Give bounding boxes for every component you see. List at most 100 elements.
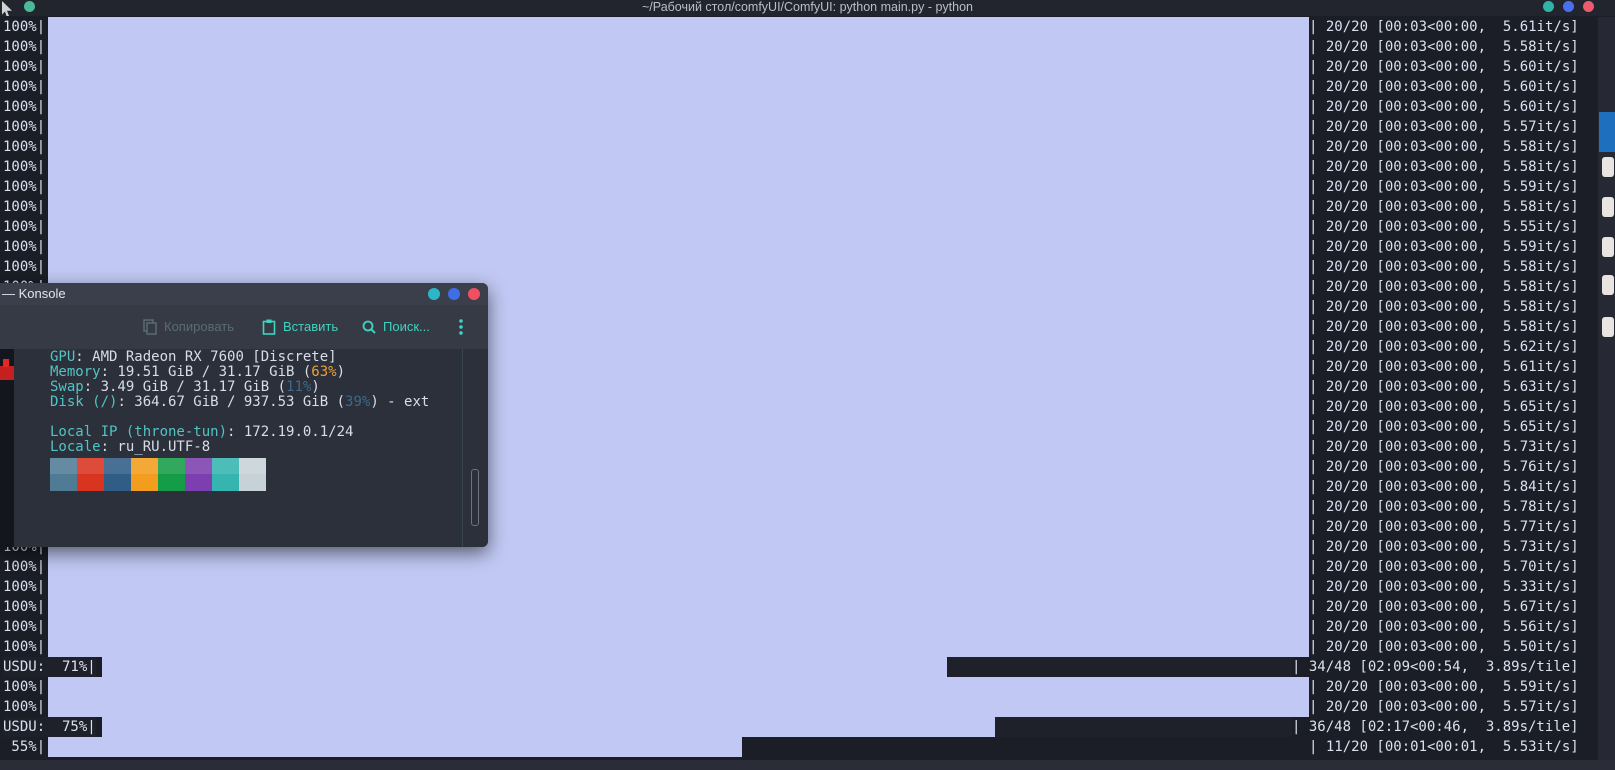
progress-percent: 100%| xyxy=(3,679,46,695)
progress-percent: 100%| xyxy=(3,39,46,55)
bottom-panel-edge xyxy=(0,760,1615,770)
progress-line: 100%| | 20/20 [00:03<00:00, 5.59it/s] xyxy=(0,677,1598,697)
progress-stats: | 20/20 [00:03<00:00, 5.70it/s] xyxy=(1309,559,1579,575)
progress-stats: | 20/20 [00:03<00:00, 5.62it/s] xyxy=(1309,339,1579,355)
background-window-accent xyxy=(1599,112,1615,152)
progress-stats: | 20/20 [00:03<00:00, 5.58it/s] xyxy=(1309,39,1579,55)
progress-stats: | 20/20 [00:03<00:00, 5.55it/s] xyxy=(1309,219,1579,235)
avatar xyxy=(1602,237,1614,257)
progress-stats: | 20/20 [00:03<00:00, 5.78it/s] xyxy=(1309,499,1579,515)
progress-percent: 100%| xyxy=(3,579,46,595)
konsole-window[interactable]: — Konsole Копировать Вставить Поиск... G… xyxy=(0,283,488,547)
progress-percent: 100%| xyxy=(3,119,46,135)
konsole-terminal[interactable]: GPU: AMD Radeon RX 7600 [Discrete] Memor… xyxy=(0,349,488,547)
progress-bar-fill xyxy=(48,137,1309,157)
progress-stats: | 20/20 [00:03<00:00, 5.58it/s] xyxy=(1309,319,1579,335)
copy-icon xyxy=(143,319,157,335)
window-menu-icon[interactable] xyxy=(24,1,35,12)
progress-percent: 100%| xyxy=(3,699,46,715)
avatar xyxy=(1602,275,1614,295)
close-icon[interactable] xyxy=(468,288,480,300)
progress-stats: | 34/48 [02:09<00:54, 3.89s/tile] xyxy=(1292,659,1579,675)
progress-bar-fill xyxy=(48,237,1309,257)
minimize-icon[interactable] xyxy=(1543,1,1554,12)
progress-stats: | 20/20 [00:03<00:00, 5.58it/s] xyxy=(1309,159,1579,175)
color-swatch xyxy=(104,458,131,491)
progress-stats: | 20/20 [00:03<00:00, 5.63it/s] xyxy=(1309,379,1579,395)
fastfetch-logo-block xyxy=(0,366,14,380)
clipboard-icon xyxy=(262,319,276,335)
progress-bar-fill xyxy=(48,177,1309,197)
system-info: GPU: AMD Radeon RX 7600 [Discrete] Memor… xyxy=(50,350,429,470)
color-swatch xyxy=(77,458,104,491)
window-titlebar: ~/Рабочий стол/comfyUI/ComfyUI: python m… xyxy=(0,0,1615,16)
progress-line: 100%| | 20/20 [00:03<00:00, 5.61it/s] xyxy=(0,17,1598,37)
progress-stats: | 20/20 [00:03<00:00, 5.59it/s] xyxy=(1309,239,1579,255)
progress-percent: USDU: 75%| xyxy=(3,717,96,737)
progress-line: 100%| | 20/20 [00:03<00:00, 5.33it/s] xyxy=(0,577,1598,597)
progress-stats: | 20/20 [00:03<00:00, 5.33it/s] xyxy=(1309,579,1579,595)
progress-percent: 100%| xyxy=(3,619,46,635)
fastfetch-logo-block xyxy=(3,359,9,367)
scrollbar-thumb[interactable] xyxy=(471,469,479,526)
progress-bar-fill xyxy=(48,77,1309,97)
scrollbar[interactable] xyxy=(462,349,488,547)
progress-bar-fill xyxy=(48,697,1309,717)
progress-stats: | 20/20 [00:03<00:00, 5.58it/s] xyxy=(1309,259,1579,275)
progress-percent: 55%| xyxy=(3,739,46,755)
konsole-titlebar[interactable]: — Konsole xyxy=(0,283,488,305)
progress-stats: | 20/20 [00:03<00:00, 5.65it/s] xyxy=(1309,419,1579,435)
progress-stats: | 20/20 [00:03<00:00, 5.58it/s] xyxy=(1309,139,1579,155)
progress-stats: | 20/20 [00:03<00:00, 5.73it/s] xyxy=(1309,539,1579,555)
progress-stats: | 11/20 [00:01<00:01, 5.53it/s] xyxy=(1309,739,1579,755)
progress-line: 100%| | 20/20 [00:03<00:00, 5.58it/s] xyxy=(0,257,1598,277)
progress-line: 100%| | 20/20 [00:03<00:00, 5.60it/s] xyxy=(0,57,1598,77)
fastfetch-logo xyxy=(0,349,14,547)
overflow-menu-icon[interactable] xyxy=(459,319,463,335)
color-swatch xyxy=(185,458,212,491)
progress-bar-fill xyxy=(48,737,742,757)
progress-line: 55%| | 11/20 [00:01<00:01, 5.53it/s] xyxy=(0,737,1598,757)
progress-line: 100%| | 20/20 [00:03<00:00, 5.59it/s] xyxy=(0,177,1598,197)
progress-line: 100%| | 20/20 [00:03<00:00, 5.59it/s] xyxy=(0,237,1598,257)
progress-percent: 100%| xyxy=(3,259,46,275)
progress-line: 100%| | 20/20 [00:03<00:00, 5.57it/s] xyxy=(0,117,1598,137)
minimize-icon[interactable] xyxy=(428,288,440,300)
progress-bar-fill xyxy=(48,557,1309,577)
progress-percent: 100%| xyxy=(3,159,46,175)
maximize-icon[interactable] xyxy=(1563,1,1574,12)
progress-stats: | 20/20 [00:03<00:00, 5.59it/s] xyxy=(1309,179,1579,195)
progress-percent: 100%| xyxy=(3,99,46,115)
color-swatch xyxy=(131,458,158,491)
progress-bar-fill xyxy=(48,97,1309,117)
progress-stats: | 20/20 [00:03<00:00, 5.50it/s] xyxy=(1309,639,1579,655)
locale-line: Locale: ru_RU.UTF-8 xyxy=(50,439,211,455)
progress-bar-fill xyxy=(48,217,1309,237)
progress-line: 100%| | 20/20 [00:03<00:00, 5.55it/s] xyxy=(0,217,1598,237)
progress-stats: | 20/20 [00:03<00:00, 5.60it/s] xyxy=(1309,59,1579,75)
progress-stats: | 20/20 [00:03<00:00, 5.60it/s] xyxy=(1309,99,1579,115)
konsole-title: — Konsole xyxy=(2,286,66,301)
progress-percent: 100%| xyxy=(3,19,46,35)
disk-line: Disk (/): 364.67 GiB / 937.53 GiB (39%) … xyxy=(50,394,430,410)
progress-stats: | 20/20 [00:03<00:00, 5.57it/s] xyxy=(1309,119,1579,135)
progress-bar-fill xyxy=(48,597,1309,617)
progress-percent: USDU: 71%| xyxy=(3,657,96,677)
window-title: ~/Рабочий стол/comfyUI/ComfyUI: python m… xyxy=(642,0,973,14)
search-label: Поиск... xyxy=(383,319,430,334)
gpu-line: GPU: AMD Radeon RX 7600 [Discrete] xyxy=(50,349,337,365)
progress-stats: | 20/20 [00:03<00:00, 5.58it/s] xyxy=(1309,299,1579,315)
progress-stats: | 20/20 [00:03<00:00, 5.58it/s] xyxy=(1309,199,1579,215)
progress-line: 100%| | 20/20 [00:03<00:00, 5.60it/s] xyxy=(0,97,1598,117)
progress-stats: | 20/20 [00:03<00:00, 5.84it/s] xyxy=(1309,479,1579,495)
progress-bar-fill xyxy=(48,197,1309,217)
progress-percent: 100%| xyxy=(3,139,46,155)
local-ip-line: Local IP (throne-tun): 172.19.0.1/24 xyxy=(50,424,354,440)
progress-stats: | 20/20 [00:03<00:00, 5.61it/s] xyxy=(1309,19,1579,35)
progress-line: 100%| | 20/20 [00:03<00:00, 5.60it/s] xyxy=(0,77,1598,97)
progress-bar-remaining xyxy=(742,737,1309,757)
maximize-icon[interactable] xyxy=(448,288,460,300)
close-icon[interactable] xyxy=(1583,1,1594,12)
progress-line: USDU: 75%| | 36/48 [02:17<00:46, 3.89s/ti… xyxy=(0,717,1598,737)
progress-percent: 100%| xyxy=(3,559,46,575)
